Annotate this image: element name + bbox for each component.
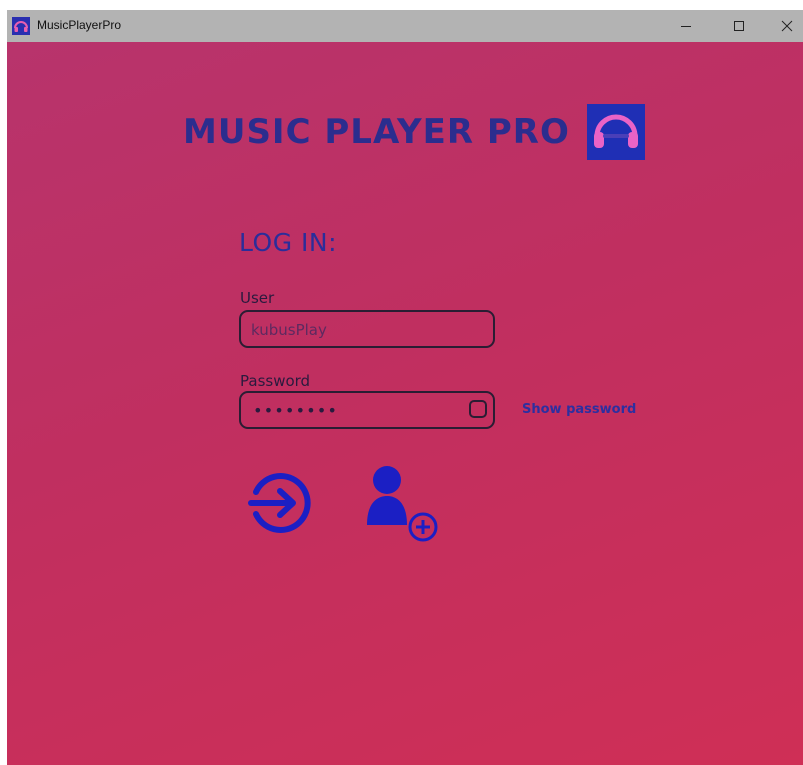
- title-bar[interactable]: MusicPlayerPro: [7, 10, 803, 42]
- login-heading: LOG IN:: [239, 228, 338, 257]
- show-password-checkbox[interactable]: [469, 400, 487, 418]
- window-title: MusicPlayerPro: [37, 18, 122, 32]
- top-strip: [0, 0, 803, 10]
- app-heading: MUSIC PLAYER PRO: [183, 112, 570, 152]
- close-button[interactable]: [765, 10, 803, 42]
- maximize-icon: [734, 21, 744, 31]
- user-label: User: [240, 289, 275, 307]
- maximize-button[interactable]: [717, 10, 761, 42]
- close-icon: [781, 20, 793, 32]
- headphones-logo-icon: [587, 104, 645, 160]
- show-password-label[interactable]: Show password: [522, 402, 636, 417]
- app-header: MUSIC PLAYER PRO: [7, 102, 803, 162]
- app-window: MusicPlayerPro MUSIC PLAYER PRO LOG IN: …: [7, 10, 803, 765]
- user-field[interactable]: kubusPlay: [239, 310, 495, 348]
- login-button[interactable]: [248, 470, 314, 536]
- register-button[interactable]: [363, 463, 441, 543]
- minimize-button[interactable]: [664, 10, 708, 42]
- add-user-icon: [367, 466, 438, 542]
- password-input-value[interactable]: ••••••••: [253, 401, 338, 420]
- app-headphones-icon: [12, 17, 30, 35]
- minimize-icon: [681, 26, 691, 27]
- sign-in-arrow-icon: [248, 473, 311, 533]
- user-input-value[interactable]: kubusPlay: [251, 321, 451, 339]
- password-field[interactable]: ••••••••: [239, 391, 495, 429]
- password-label: Password: [240, 372, 311, 390]
